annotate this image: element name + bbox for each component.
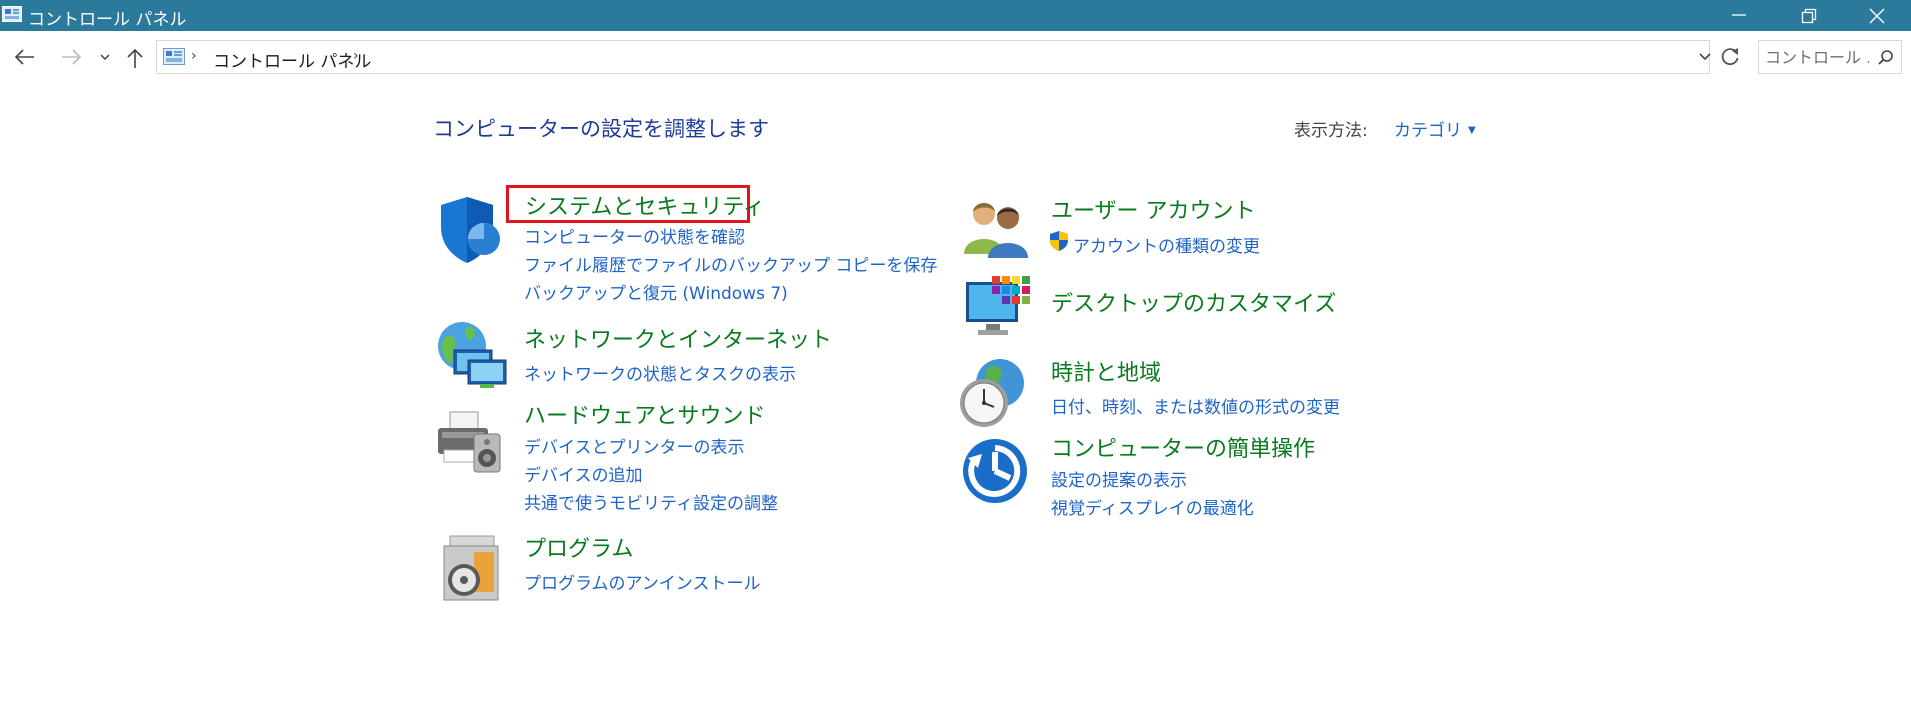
minimize-button[interactable] [1704, 0, 1774, 31]
category-system-security[interactable]: システムとセキュリティ [525, 189, 765, 221]
shield-icon [441, 197, 500, 263]
programs-icon [443, 535, 499, 601]
link-uninstall-program[interactable]: プログラムのアンインストール [524, 569, 760, 594]
link-network-status[interactable]: ネットワークの状態とタスクの表示 [524, 360, 796, 385]
link-date-time-format[interactable]: 日付、時刻、または数値の形式の変更 [1051, 393, 1340, 418]
chevron-down-icon [100, 54, 110, 61]
link-add-device[interactable]: デバイスの追加 [524, 461, 643, 486]
link-file-history-backup[interactable]: ファイル履歴でファイルのバックアップ コピーを保存 [524, 251, 937, 276]
clock-globe-icon [960, 359, 1024, 427]
uac-shield-icon [1050, 231, 1068, 251]
breadcrumb-control-panel[interactable]: コントロール パネル [213, 47, 371, 72]
restore-icon [1801, 8, 1817, 24]
link-optimize-visual-display[interactable]: 視覚ディスプレイの最適化 [1051, 494, 1254, 519]
navigation-bar: › コントロール パネル › [0, 31, 1911, 79]
address-bar[interactable]: › コントロール パネル › [156, 40, 1712, 74]
control-panel-icon [163, 48, 185, 65]
users-icon [964, 203, 1028, 258]
forward-button[interactable] [56, 43, 86, 71]
category-user-accounts[interactable]: ユーザー アカウント [1051, 193, 1256, 225]
ease-of-access-icon [963, 439, 1027, 503]
breadcrumb-separator-icon[interactable]: › [191, 48, 197, 64]
arrow-left-icon [14, 49, 34, 65]
restore-button[interactable] [1774, 0, 1844, 31]
page-title: コンピューターの設定を調整します [433, 117, 769, 141]
window-title: コントロール パネル [28, 10, 187, 30]
desktop-customize-icon [966, 276, 1030, 335]
link-check-computer-status[interactable]: コンピューターの状態を確認 [524, 223, 745, 248]
category-ease-of-access[interactable]: コンピューターの簡単操作 [1051, 431, 1315, 463]
view-by-value[interactable]: カテゴリ [1394, 121, 1462, 141]
breadcrumb-separator-icon[interactable]: › [353, 48, 359, 64]
category-network-internet[interactable]: ネットワークとインターネット [524, 322, 832, 354]
link-view-recommended-settings[interactable]: 設定の提案の表示 [1051, 466, 1187, 491]
category-programs[interactable]: プログラム [524, 531, 633, 563]
refresh-icon [1721, 48, 1739, 66]
link-devices-printers[interactable]: デバイスとプリンターの表示 [524, 433, 745, 458]
link-backup-restore[interactable]: バックアップと復元 (Windows 7) [524, 279, 788, 304]
link-mobility-settings[interactable]: 共通で使うモビリティ設定の調整 [524, 489, 778, 514]
category-hardware-sound[interactable]: ハードウェアとサウンド [524, 398, 766, 430]
category-clock-region[interactable]: 時計と地域 [1051, 355, 1161, 387]
network-globe-icon [438, 322, 507, 388]
search-input[interactable] [1765, 46, 1869, 68]
refresh-button[interactable] [1716, 43, 1744, 71]
back-button[interactable] [10, 43, 40, 71]
caret-down-icon: ▼ [1468, 125, 1476, 136]
view-by-dropdown[interactable]: カテゴリ ▼ [1394, 116, 1476, 141]
search-box[interactable] [1758, 40, 1902, 74]
search-icon[interactable] [1877, 49, 1895, 67]
printer-speaker-icon [438, 411, 501, 473]
arrow-right-icon [62, 49, 82, 65]
control-panel-icon [2, 6, 22, 22]
arrow-up-icon [127, 48, 143, 68]
minimize-icon [1732, 14, 1746, 16]
close-button[interactable] [1842, 0, 1911, 31]
title-bar: コントロール パネル [0, 0, 1911, 31]
view-by-label: 表示方法: [1294, 121, 1368, 141]
link-change-account-type[interactable]: アカウントの種類の変更 [1073, 232, 1260, 257]
chevron-down-icon[interactable] [1698, 51, 1712, 63]
close-icon [1869, 8, 1885, 24]
recent-locations-button[interactable] [94, 43, 116, 71]
up-button[interactable] [120, 43, 150, 71]
category-desktop-customization[interactable]: デスクトップのカスタマイズ [1051, 286, 1336, 318]
